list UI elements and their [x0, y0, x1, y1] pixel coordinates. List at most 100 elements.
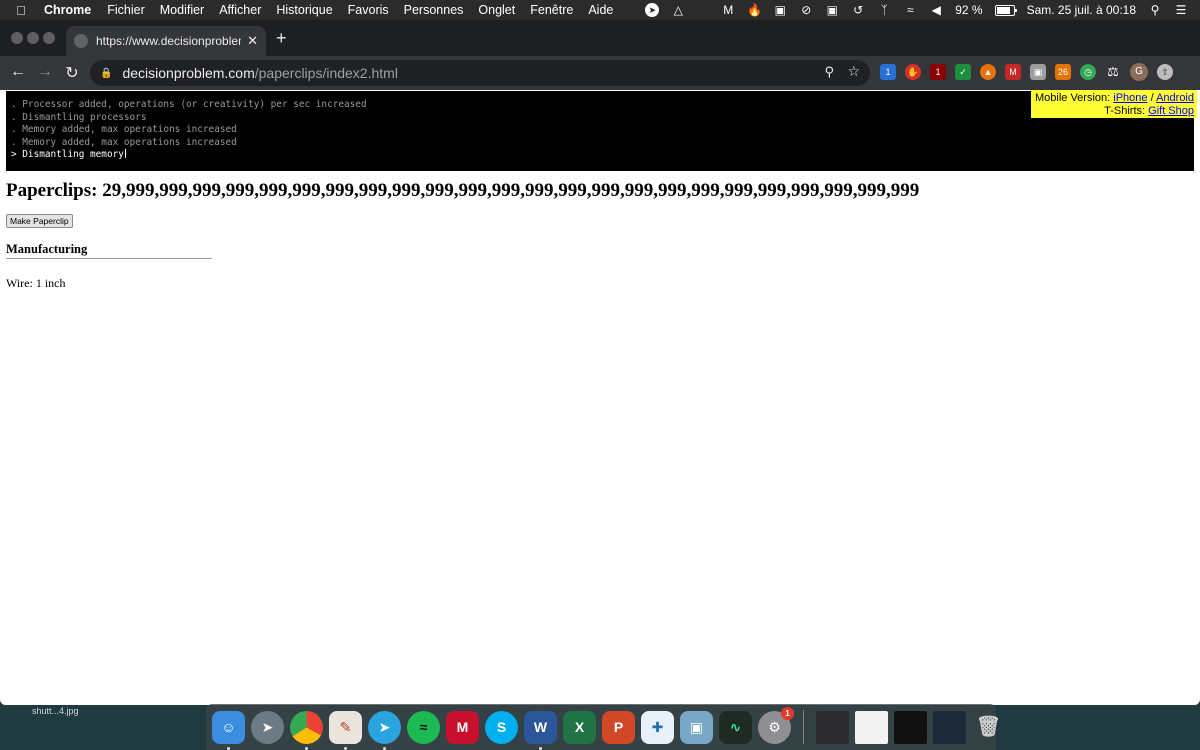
extension-1-badge: 1 — [885, 67, 891, 77]
battery-icon[interactable] — [994, 4, 1017, 16]
window-minimize-button[interactable] — [27, 32, 39, 44]
page-content: . Processor added, operations (or creati… — [0, 90, 1200, 705]
briefcase-extension-icon[interactable]: ▣ — [1030, 64, 1046, 80]
profile-avatar[interactable]: G — [1130, 63, 1148, 81]
tab-title: https://www.decisionproblem.c — [96, 34, 241, 48]
tableau-icon[interactable]: ✚ — [641, 710, 674, 744]
menu-favoris[interactable]: Favoris — [348, 3, 389, 17]
console-line: . Memory added, max operations increased — [11, 136, 237, 148]
activity-status-icon[interactable]: ▣ — [773, 3, 787, 17]
flame-extension-icon[interactable]: ▲ — [980, 64, 996, 80]
word-icon[interactable]: W — [524, 710, 557, 750]
spotlight-search-icon[interactable]: ⚲ — [1148, 3, 1162, 17]
bookmark-star-icon[interactable]: ☆ — [847, 63, 860, 80]
telegram-dock-icon[interactable]: ➤ — [368, 710, 401, 750]
reload-button[interactable]: ↻ — [62, 63, 82, 83]
paperclips-count: 29,999,999,999,999,999,999,999,999,999,9… — [102, 180, 920, 201]
trash-icon[interactable]: 🗑 — [972, 711, 1005, 744]
preview-icon[interactable]: ▣ — [680, 710, 713, 744]
battery-percent[interactable]: 92 % — [955, 3, 982, 17]
forward-button[interactable]: → — [35, 63, 55, 81]
extensions-area: 1 ✋ 1 ✓ ▲ M ▣ 26 ◷ ⚖ G ⇧ — [880, 63, 1173, 81]
iphone-link[interactable]: iPhone — [1113, 92, 1147, 104]
menu-afficher[interactable]: Afficher — [219, 3, 261, 17]
minimized-window-1[interactable] — [816, 710, 849, 744]
ublock-badge: 1 — [935, 67, 941, 77]
console-line: . Processor added, operations (or creati… — [11, 99, 367, 110]
window-close-button[interactable] — [11, 32, 23, 44]
wifi-icon[interactable]: ≈ — [903, 3, 917, 17]
back-button[interactable]: ← — [8, 63, 28, 81]
console-cursor — [124, 149, 126, 159]
gift-shop-link[interactable]: Gift Shop — [1148, 105, 1194, 117]
window-zoom-button[interactable] — [43, 32, 55, 44]
flame-status-icon[interactable]: 🔥 — [747, 3, 762, 17]
console-line: . Dismantling processors — [11, 111, 147, 123]
time-machine-icon[interactable]: ↺ — [851, 3, 865, 17]
shield-extension-icon[interactable]: ✓ — [955, 64, 971, 80]
system-preferences-icon[interactable]: ⚙ 1 — [758, 706, 794, 744]
volume-icon[interactable]: ◀ — [929, 3, 943, 17]
console-line: . Memory added, max operations increased — [11, 124, 237, 136]
menu-app-chrome[interactable]: Chrome — [44, 3, 91, 17]
browser-tab[interactable]: https://www.decisionproblem.c ✕ — [66, 26, 266, 56]
menu-onglet[interactable]: Onglet — [478, 3, 515, 17]
wire-readout: Wire: 1 inch — [6, 276, 66, 291]
french-flag-icon[interactable]: ▣ — [825, 3, 839, 17]
menu-historique[interactable]: Historique — [276, 3, 332, 17]
calendar-extension-icon[interactable]: 26 — [1055, 64, 1071, 80]
activity-monitor-icon[interactable]: ∿ — [719, 710, 752, 744]
spotify-icon[interactable]: ≈ — [407, 710, 440, 744]
notification-center-icon[interactable]: ☰ — [1174, 3, 1188, 17]
console-current-line: > Dismantling memory — [11, 149, 1189, 162]
bluetooth-icon[interactable]: ᛉ — [877, 3, 891, 17]
zoom-icon[interactable]: ⚲ — [824, 64, 834, 80]
mobile-version-label: Mobile Version: — [1034, 92, 1114, 104]
menu-modifier[interactable]: Modifier — [160, 3, 204, 17]
tshirts-label: T-Shirts: — [1104, 104, 1149, 117]
paperclips-label: Paperclips: — [6, 180, 103, 201]
mendeley-extension-icon[interactable]: M — [1005, 64, 1021, 80]
wire-value: 1 inch — [35, 276, 66, 290]
powerpoint-icon[interactable]: P — [602, 710, 635, 744]
telegram-status-icon[interactable]: ➤ — [645, 3, 660, 17]
finder-icon[interactable]: ☺ — [212, 710, 245, 750]
skype-icon[interactable]: S — [485, 710, 518, 744]
minimized-window-2[interactable] — [855, 710, 888, 744]
manufacturing-heading: Manufacturing — [6, 242, 212, 259]
lock-icon[interactable]: 🔒 — [100, 68, 112, 79]
tab-favicon-icon — [74, 34, 88, 48]
minimized-window-4[interactable] — [933, 710, 966, 744]
calendar-badge: 26 — [1057, 67, 1068, 77]
extensions-puzzle-icon[interactable]: ⚖ — [1105, 64, 1121, 80]
extension-1-icon[interactable]: 1 — [880, 64, 896, 80]
mail-status-icon[interactable]: M — [721, 3, 735, 17]
browser-toolbar: ← → ↻ 🔒 decisionproblem.com/paperclips/i… — [0, 56, 1200, 90]
apple-menu-icon[interactable]:  — [12, 3, 30, 18]
chrome-dock-icon[interactable] — [290, 710, 323, 750]
address-bar[interactable]: 🔒 decisionproblem.com/paperclips/index2.… — [90, 60, 870, 86]
do-not-disturb-icon[interactable]: ⊘ — [799, 3, 813, 17]
android-link[interactable]: Android — [1156, 92, 1194, 104]
event-console: . Processor added, operations (or creati… — [6, 91, 1194, 171]
minimized-window-3[interactable] — [894, 710, 927, 744]
menu-personnes[interactable]: Personnes — [404, 3, 464, 17]
excel-icon[interactable]: X — [563, 710, 596, 744]
clock[interactable]: Sam. 25 juil. à 00:18 — [1027, 3, 1136, 17]
textedit-icon[interactable]: ✎ — [329, 710, 362, 750]
browser-window: https://www.decisionproblem.c ✕ + ← → ↻ … — [0, 20, 1200, 705]
ublock-extension-icon[interactable]: 1 — [930, 64, 946, 80]
new-tab-button[interactable]: + — [276, 28, 287, 49]
mendeley-dock-icon[interactable]: M — [446, 710, 479, 744]
menu-fenetre[interactable]: Fenêtre — [530, 3, 573, 17]
adblock-extension-icon[interactable]: ✋ — [905, 64, 921, 80]
desktop-file-label[interactable]: shutt...4.jpg — [32, 706, 79, 716]
drive-status-icon[interactable]: △ — [671, 3, 685, 17]
menu-aide[interactable]: Aide — [588, 3, 613, 17]
launchpad-icon[interactable]: ➤ — [251, 710, 284, 744]
tab-close-icon[interactable]: ✕ — [247, 33, 258, 49]
menu-fichier[interactable]: Fichier — [107, 3, 145, 17]
update-icon[interactable]: ⇧ — [1157, 64, 1173, 80]
timer-extension-icon[interactable]: ◷ — [1080, 64, 1096, 80]
make-paperclip-button[interactable]: Make Paperclip — [6, 214, 73, 228]
